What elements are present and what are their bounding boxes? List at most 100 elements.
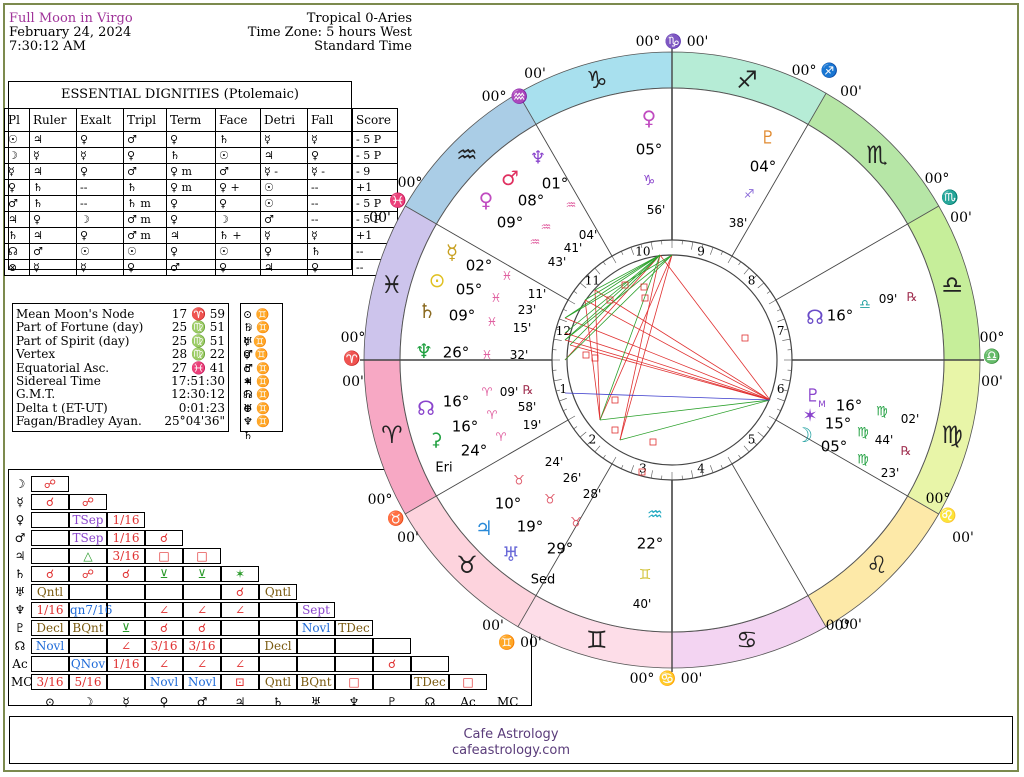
- planet-label: 02': [901, 412, 920, 426]
- planet-label: 26°: [443, 343, 470, 361]
- cusp-label: 00': [952, 530, 974, 546]
- zodiac-sign-glyph: ♓: [381, 271, 403, 299]
- cusp-label: ♈: [343, 350, 360, 367]
- planet-label: ♅: [502, 542, 520, 566]
- planet-label: 16°: [443, 392, 470, 410]
- zodiac-sign-glyph: ♈: [381, 421, 403, 449]
- planet-label: ♑: [643, 173, 656, 189]
- planet-label: ♍: [857, 426, 869, 441]
- cusp-label: ♓: [389, 192, 406, 209]
- cusp-label: 00': [397, 530, 419, 546]
- planet-label: 19': [523, 418, 542, 432]
- planet-label: 15': [513, 321, 532, 335]
- cusp-label: 00': [981, 374, 1003, 390]
- cusp-label: ♊ 00': [498, 634, 542, 651]
- planet-label: 41': [564, 241, 583, 255]
- planet-label: 56': [647, 203, 666, 217]
- planet-label: 09°: [449, 306, 476, 324]
- zodiac-sign-glyph: ♍: [941, 421, 963, 449]
- planet-label: ♐: [744, 187, 755, 201]
- planet-label: 32': [510, 348, 529, 362]
- house-number: 1: [560, 382, 568, 396]
- cusp-label: 00': [950, 210, 972, 226]
- planet-label: ♉: [544, 493, 556, 508]
- house-number: 4: [697, 462, 705, 476]
- planet-label: 11': [528, 287, 547, 301]
- planet-label: 05°: [636, 140, 663, 158]
- planet-label: 38': [729, 216, 748, 230]
- planet-label: 40': [633, 597, 652, 611]
- planet-label: ♒: [647, 504, 663, 525]
- planet-label: ⊙: [429, 268, 446, 292]
- cusp-label: 00': [482, 618, 504, 634]
- planet-label: ♍: [857, 453, 869, 468]
- cusp-label: 00': [524, 66, 546, 82]
- footer-site-url: cafeastrology.com: [451, 743, 571, 758]
- house-number: 6: [777, 382, 785, 396]
- planet-label: ♆: [415, 339, 433, 363]
- planet-label: 16°: [836, 396, 863, 414]
- planet-label: 23': [881, 466, 900, 480]
- footer-site-name: Cafe Astrology: [463, 727, 559, 742]
- planet-label: ♃: [475, 516, 493, 540]
- planet-label: ⚳: [429, 429, 442, 450]
- zodiac-sign-glyph: ♊: [586, 626, 608, 654]
- zodiac-sign-glyph: ♐: [736, 66, 758, 94]
- cusp-label: 00': [342, 374, 364, 390]
- planet-label: ℞: [523, 383, 534, 397]
- planet-label: ♓: [491, 291, 502, 305]
- house-number: 10: [635, 244, 650, 258]
- planet-label: ♀: [479, 188, 494, 212]
- planet-label: 58': [518, 400, 537, 414]
- planet-label: 09': [500, 385, 519, 399]
- planet-label: ♄: [418, 299, 436, 323]
- house-number: 2: [589, 433, 597, 447]
- house-number: 8: [748, 273, 756, 287]
- cusp-label: 00°: [925, 171, 950, 187]
- planet-label: ♍: [876, 405, 888, 420]
- planet-label: ♈: [487, 408, 498, 422]
- cusp-label: 00° ♋ 00': [630, 670, 703, 687]
- zodiac-sign-glyph: ♑: [586, 66, 608, 94]
- cusp-label: 00': [369, 210, 391, 226]
- planet-label: 24°: [461, 441, 488, 459]
- planet-label: 23': [518, 303, 537, 317]
- cusp-label: 00°: [398, 175, 423, 191]
- zodiac-sign-glyph: ♌: [866, 551, 888, 579]
- planet-label: ☊: [806, 305, 824, 329]
- planet-label: 09': [879, 292, 898, 306]
- planet-label: 26': [563, 471, 582, 485]
- planet-label: Eri: [435, 461, 452, 476]
- planet-label: 43': [548, 255, 567, 269]
- planet-label: 28': [583, 487, 602, 501]
- planet-label: ♒: [541, 220, 552, 234]
- planet-label: ♈: [482, 385, 493, 399]
- planet-label: ♉: [513, 474, 525, 489]
- planet-label: Sed: [531, 573, 556, 588]
- planet-label: M: [818, 400, 826, 410]
- planet-label: 04°: [750, 157, 777, 175]
- planet-label: ♓: [487, 315, 498, 329]
- planet-label: ☽: [795, 423, 813, 447]
- house-number: 11: [585, 273, 600, 287]
- planet-label: ♒: [566, 198, 577, 212]
- house-number: 9: [697, 244, 705, 258]
- planet-label: 08°: [518, 191, 545, 209]
- zodiac-sign-glyph: ♒: [456, 141, 478, 169]
- cusp-label: ♌: [939, 507, 956, 524]
- natal-wheel: ♈♉♊ ♋♌♍♎♏♐♑♒♓123 45678910111200° ♑ 00'00° …: [341, 33, 1005, 687]
- cusp-label: ♏: [941, 189, 958, 206]
- planet-label: 10°: [495, 494, 522, 512]
- planet-label: 22°: [637, 534, 664, 552]
- footer: Cafe Astrology cafeastrology.com: [9, 716, 1013, 764]
- cusp-label: 00° ♐: [792, 62, 839, 79]
- planet-label: ♈: [496, 430, 507, 444]
- zodiac-sign-glyph: ♏: [866, 141, 888, 169]
- planet-label: ♓: [502, 269, 513, 283]
- cusp-label: 00°: [980, 330, 1005, 346]
- planet-label: ☿: [446, 240, 458, 264]
- planet-label: ♒: [530, 235, 541, 249]
- planet-label: 01°: [542, 174, 569, 192]
- planet-label: ♂: [501, 166, 519, 190]
- zodiac-sign-glyph: ♎: [941, 271, 963, 299]
